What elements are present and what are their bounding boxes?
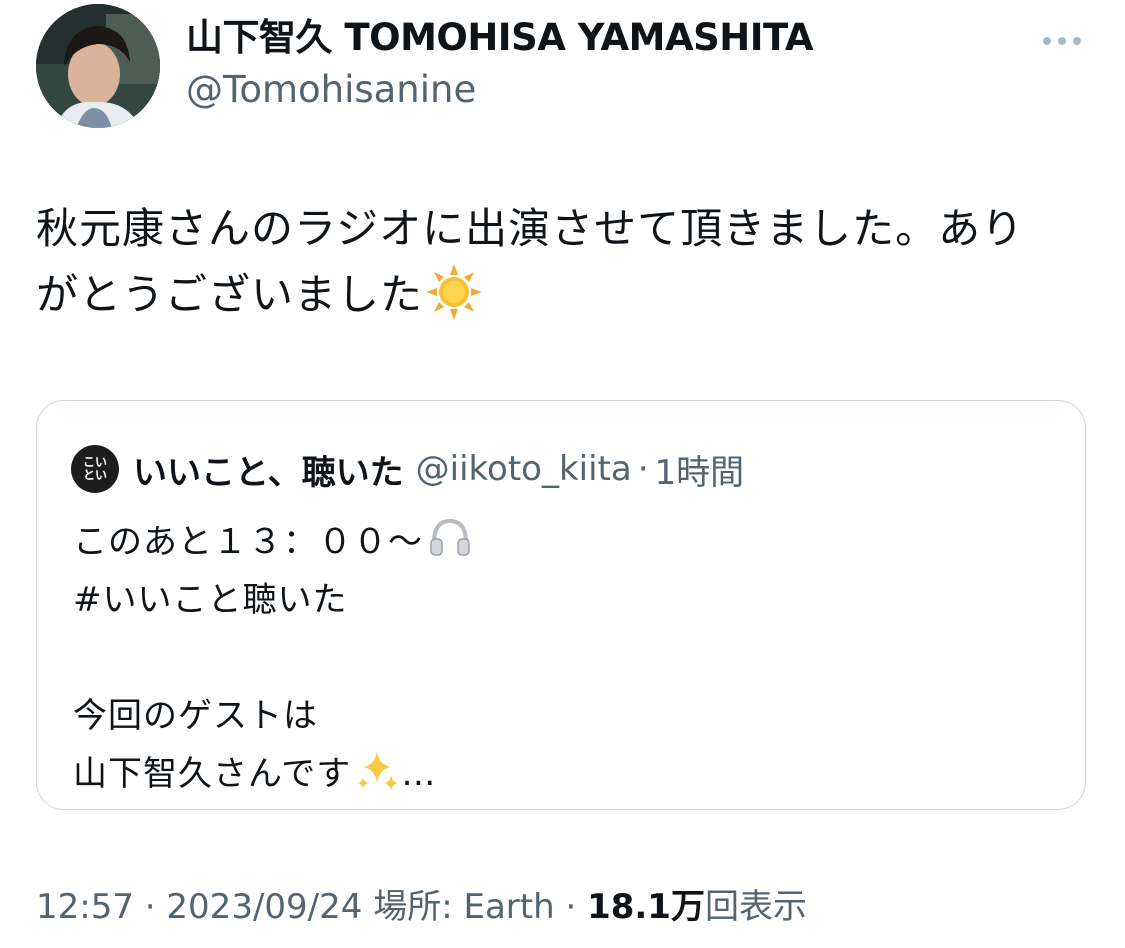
- more-dot-icon: [1043, 37, 1051, 45]
- quoted-tweet-card[interactable]: こい とい いいこと、聴いた @iikoto_kiita · 1時間 このあと１…: [36, 400, 1086, 810]
- author-handle[interactable]: @Tomohisanine: [186, 68, 476, 112]
- quoted-author-name[interactable]: いいこと、聴いた: [133, 445, 404, 494]
- quoted-tweet-line: このあと１３：００～: [73, 513, 1033, 571]
- quoted-tweet-blank-line: [73, 629, 1033, 687]
- more-options-button[interactable]: [1034, 26, 1090, 56]
- quoted-tweet-line: 山下智久さんです …: [73, 745, 1033, 803]
- tweet-text: 秋元康さんのラジオに出演させて頂きました。あり がとうございました: [36, 196, 1076, 328]
- author-display-name[interactable]: 山下智久 TOMOHISA YAMASHITA: [186, 16, 813, 60]
- quoted-author-handle[interactable]: @iikoto_kiita: [416, 449, 632, 489]
- tweet-text-line: 秋元康さんのラジオに出演させて頂きました。あり: [36, 204, 1025, 253]
- quoted-tweet-hashtag[interactable]: #いいこと聴いた: [73, 571, 1033, 629]
- quoted-tweet-time[interactable]: 1時間: [655, 445, 745, 494]
- sparkles-emoji-icon: [355, 747, 401, 793]
- views-label: 回表示: [704, 887, 807, 927]
- separator-dot: ·: [133, 887, 167, 927]
- tweet-meta: 12:57 · 2023/09/24 場所: Earth · 18.1万回表示: [36, 884, 807, 930]
- headphones-emoji-icon: [427, 515, 473, 561]
- quoted-tweet-line-text: 山下智久さんです: [73, 754, 352, 794]
- ellipsis: …: [401, 754, 437, 794]
- tweet-date[interactable]: 2023/09/24: [166, 887, 362, 927]
- tweet-text-segment: がとうございました: [36, 270, 424, 319]
- author-avatar[interactable]: [36, 4, 160, 128]
- quoted-tweet-header: こい とい いいこと、聴いた @iikoto_kiita · 1時間: [71, 445, 744, 493]
- tweet-text-line: がとうございました: [36, 262, 1076, 328]
- quoted-avatar-logo: こい とい: [82, 455, 107, 482]
- more-dot-icon: [1058, 37, 1066, 45]
- tweet-location: 場所: Earth: [362, 887, 555, 927]
- quoted-author-avatar[interactable]: こい とい: [71, 445, 119, 493]
- sun-emoji-icon: [425, 263, 483, 321]
- views-count: 18.1万: [587, 887, 705, 927]
- more-dot-icon: [1073, 37, 1081, 45]
- separator-dot: ·: [637, 449, 649, 489]
- quoted-tweet-line: 今回のゲストは: [73, 696, 318, 736]
- separator-dot: ·: [554, 887, 588, 927]
- quoted-tweet-line-text: このあと１３：００～: [73, 522, 423, 562]
- tweet-time[interactable]: 12:57: [36, 887, 134, 927]
- quoted-tweet-body: このあと１３：００～ #いいこと聴いた 今回のゲストは 山下智久さんです …: [73, 513, 1033, 803]
